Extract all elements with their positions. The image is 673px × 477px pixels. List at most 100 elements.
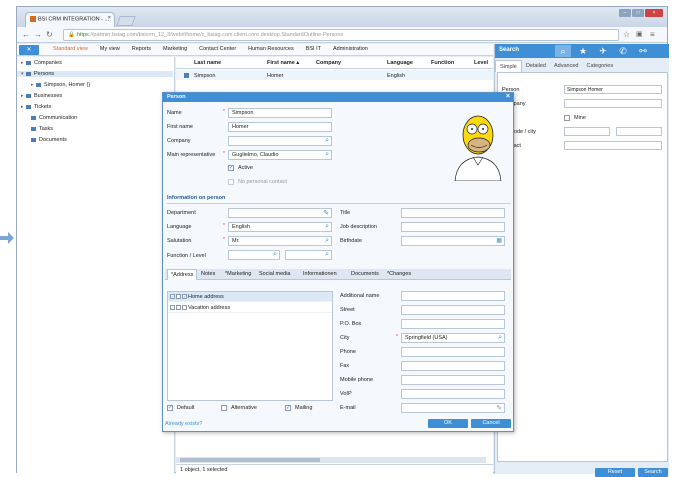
menu-item[interactable]: Administration xyxy=(327,46,374,52)
menu-item[interactable]: My view xyxy=(94,46,126,52)
address-checkbox[interactable] xyxy=(176,294,181,300)
tree-item[interactable]: ▸ Companies xyxy=(17,60,62,66)
mine-checkbox[interactable] xyxy=(564,115,570,121)
search-tab[interactable]: Categories xyxy=(582,60,617,72)
menu-item[interactable]: Standard view xyxy=(47,46,94,52)
menu-item[interactable]: Contact Center xyxy=(193,46,242,52)
extension-icon[interactable]: ▣ xyxy=(636,30,643,38)
column-header[interactable]: Level xyxy=(474,60,488,66)
url-input[interactable]: 🔒 https://partner.bsiag.com/bsicrm_12_3/w… xyxy=(63,29,619,41)
company-input[interactable]: ⌕ xyxy=(228,136,332,146)
title-input[interactable] xyxy=(401,208,505,218)
tab-close-icon[interactable]: × xyxy=(108,15,111,21)
language-input[interactable]: English ⌕ xyxy=(228,222,332,232)
tree-item[interactable]: ▾ Persons xyxy=(17,71,173,77)
default-checkbox[interactable]: ✓ xyxy=(167,405,173,411)
birthdate-input[interactable]: ▦ xyxy=(401,236,505,246)
street-input[interactable] xyxy=(401,305,505,315)
search-tab[interactable]: Detailed xyxy=(522,60,550,72)
close-window-button[interactable]: × xyxy=(645,9,663,17)
outline-switch-button[interactable]: ✕ xyxy=(19,45,39,55)
mobile-input[interactable] xyxy=(401,375,505,385)
back-icon[interactable]: ← xyxy=(22,30,30,39)
phone-icon[interactable]: ✆ xyxy=(615,45,631,57)
person-input[interactable]: Simpson Homer xyxy=(564,85,662,94)
jobdesc-input[interactable] xyxy=(401,222,505,232)
browser-tab[interactable]: BSI CRM INTEGRATION - ... × xyxy=(25,12,115,27)
plane-icon[interactable]: ✈ xyxy=(595,45,611,57)
city-search-icon[interactable]: ⌕ xyxy=(498,334,502,342)
star-icon[interactable]: ☆ xyxy=(623,30,630,39)
address-checkbox[interactable] xyxy=(176,305,181,311)
person-tab[interactable]: *Changes xyxy=(387,271,411,277)
address-checkbox[interactable]: ✓ xyxy=(170,294,175,300)
voip-input[interactable] xyxy=(401,389,505,399)
tree-item[interactable]: Tasks xyxy=(17,126,53,132)
link-icon[interactable]: ⚯ xyxy=(635,45,651,57)
column-header[interactable]: First name ▴ xyxy=(267,60,299,66)
mailing-checkbox[interactable]: ✓ xyxy=(285,405,291,411)
menu-item[interactable]: Reports xyxy=(126,46,157,52)
person-tab[interactable]: *Marketing xyxy=(225,271,251,277)
department-input[interactable]: ✎ xyxy=(228,208,332,218)
search-tab[interactable]: Advanced xyxy=(550,60,582,72)
search-tab[interactable]: Simple xyxy=(495,60,522,72)
tree-item[interactable]: Documents xyxy=(17,137,67,143)
address-checkbox[interactable]: ✓ xyxy=(182,294,187,300)
company-search-icon[interactable]: ⌕ xyxy=(325,137,329,145)
person-tab[interactable]: Notes xyxy=(201,271,215,277)
tree-item[interactable]: ▸ Tickets xyxy=(17,104,51,110)
tree-item[interactable]: ▸ Simpson, Homer () xyxy=(17,82,90,88)
email-input[interactable]: ✎ xyxy=(401,403,505,413)
ok-button[interactable]: OK xyxy=(428,419,468,428)
edit-pencil-icon[interactable]: ✎ xyxy=(496,404,502,412)
reload-icon[interactable]: ↻ xyxy=(46,30,53,39)
fax-input[interactable] xyxy=(401,361,505,371)
zip-input[interactable] xyxy=(564,127,610,136)
column-header[interactable]: Last name xyxy=(194,60,221,66)
mainrep-input[interactable]: Guglielmo, Claudio ⌕ xyxy=(228,150,332,160)
address-checkbox[interactable] xyxy=(182,305,187,311)
company-input[interactable] xyxy=(564,99,662,108)
language-search-icon[interactable]: ⌕ xyxy=(325,223,329,231)
favorite-star-icon[interactable]: ★ xyxy=(575,45,591,57)
person-tab[interactable]: Documents xyxy=(351,271,379,277)
mainrep-search-icon[interactable]: ⌕ xyxy=(325,151,329,159)
function-input[interactable]: ⌕ xyxy=(228,250,280,260)
forward-icon[interactable]: → xyxy=(34,30,42,39)
address-row[interactable]: ✓ ✓ Home address xyxy=(168,292,332,302)
addname-input[interactable] xyxy=(401,291,505,301)
address-checkbox[interactable] xyxy=(170,305,175,311)
person-tab[interactable]: Social media xyxy=(259,271,291,277)
address-row[interactable]: Vacation address xyxy=(168,303,332,313)
name-input[interactable]: Simpson xyxy=(228,108,332,118)
person-tab[interactable]: Informationen xyxy=(303,271,337,277)
person-tab[interactable]: *Address xyxy=(167,269,198,280)
firstname-input[interactable]: Homer xyxy=(228,122,332,132)
minimize-button[interactable]: – xyxy=(619,9,631,17)
cancel-button[interactable]: Cancel xyxy=(471,419,511,428)
menu-item[interactable]: Marketing xyxy=(157,46,193,52)
search-icon[interactable]: ⌕ xyxy=(555,45,571,57)
maximize-button[interactable]: □ xyxy=(632,9,644,17)
level-input[interactable]: ⌕ xyxy=(285,250,332,260)
calendar-icon[interactable]: ▦ xyxy=(496,237,502,244)
column-header[interactable]: Language xyxy=(387,60,413,66)
alternative-checkbox[interactable] xyxy=(221,405,227,411)
column-header[interactable]: Function xyxy=(431,60,454,66)
city-input[interactable] xyxy=(616,127,662,136)
dialog-close-icon[interactable]: × xyxy=(506,93,510,100)
menu-icon[interactable]: ≡ xyxy=(650,30,655,39)
city-input[interactable]: Springfield (USA) ⌕ xyxy=(401,333,505,343)
edit-pencil-icon[interactable]: ✎ xyxy=(323,209,329,217)
pobox-input[interactable] xyxy=(401,319,505,329)
already-exists-link[interactable]: Already exists? xyxy=(165,421,202,427)
phone-input[interactable] xyxy=(401,347,505,357)
new-tab-button[interactable] xyxy=(116,16,136,26)
column-header[interactable]: Company xyxy=(316,60,341,66)
menu-item[interactable]: BSI IT xyxy=(300,46,327,52)
salutation-search-icon[interactable]: ⌕ xyxy=(325,237,329,245)
contact-input[interactable] xyxy=(564,141,662,150)
no-personal-contact-checkbox[interactable] xyxy=(228,179,234,185)
function-search-icon[interactable]: ⌕ xyxy=(273,251,277,259)
